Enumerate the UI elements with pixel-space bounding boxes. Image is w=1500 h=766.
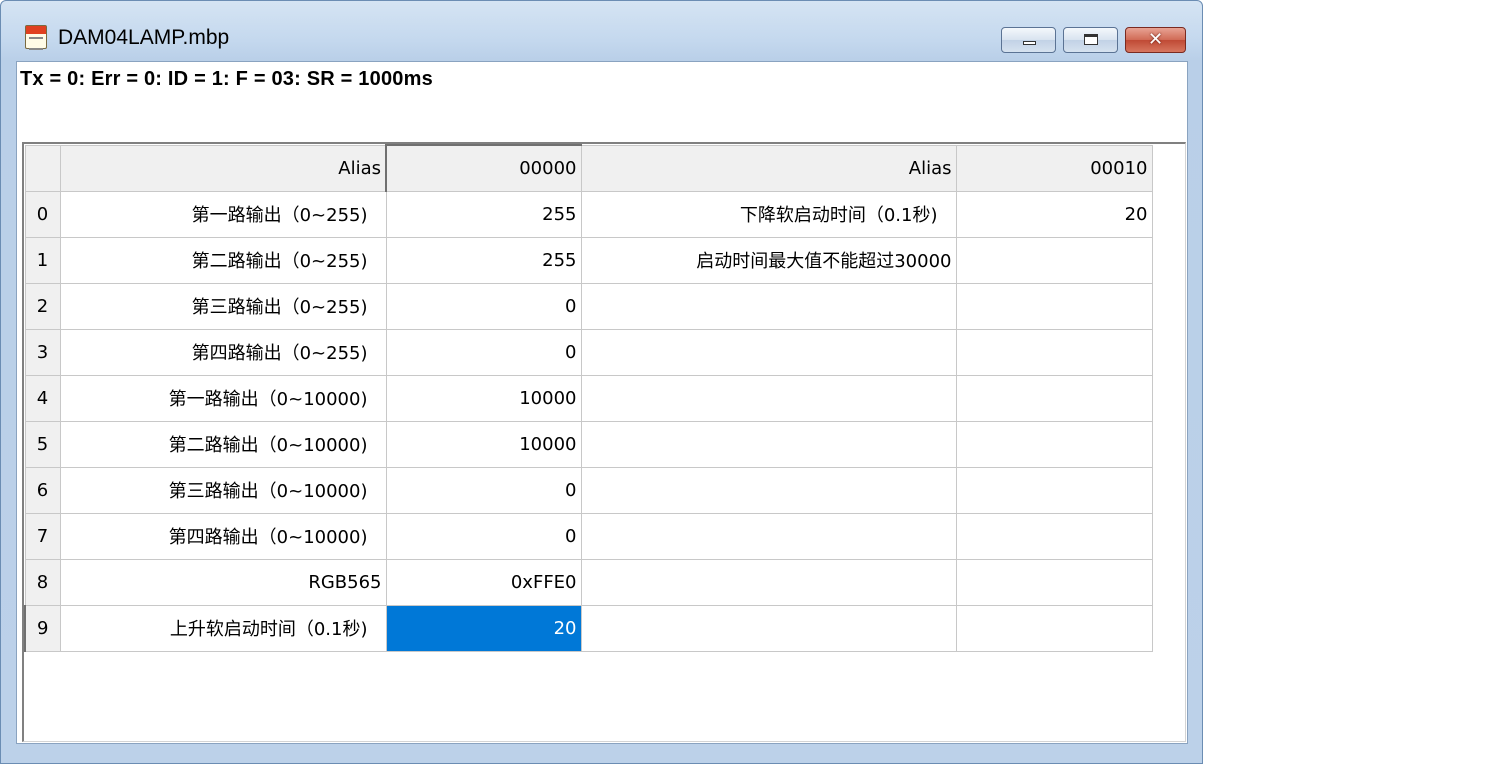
value-cell[interactable] [955, 236, 1153, 284]
alias-cell[interactable] [580, 558, 957, 606]
table-row: 2 第三路输出（0~255) 0 [24, 282, 1153, 330]
maximize-button[interactable] [1063, 27, 1118, 53]
value-cell[interactable] [955, 420, 1153, 468]
row-header[interactable]: 4 [24, 374, 61, 422]
alias-cell[interactable] [580, 328, 957, 376]
minimize-button[interactable] [1001, 27, 1056, 53]
table-row: 4 第一路输出（0~10000) 10000 [24, 374, 1153, 422]
close-button[interactable]: ✕ [1125, 27, 1186, 53]
table-row: 9 上升软启动时间（0.1秒) 20 [24, 604, 1153, 652]
minimize-icon [1023, 41, 1036, 45]
value-cell[interactable]: 10000 [385, 374, 582, 422]
client-area: Tx = 0: Err = 0: ID = 1: F = 03: SR = 10… [16, 61, 1188, 744]
alias-cell[interactable]: 下降软启动时间（0.1秒) [580, 190, 957, 238]
alias-cell[interactable]: 第一路输出（0~10000) [59, 374, 387, 422]
row-header[interactable]: 2 [24, 282, 61, 330]
window-title: DAM04LAMP.mbp [58, 26, 230, 49]
table-row: 6 第三路输出（0~10000) 0 [24, 466, 1153, 514]
status-line: Tx = 0: Err = 0: ID = 1: F = 03: SR = 10… [20, 68, 433, 90]
value-cell[interactable]: 0 [385, 466, 582, 514]
value-cell[interactable] [955, 558, 1153, 606]
table-row: 1 第二路输出（0~255) 255 启动时间最大值不能超过30000 [24, 236, 1153, 284]
value-cell[interactable] [955, 374, 1153, 422]
row-header[interactable]: 9 [24, 604, 61, 652]
row-header[interactable]: 6 [24, 466, 61, 514]
value-cell[interactable]: 0 [385, 282, 582, 330]
row-header[interactable]: 5 [24, 420, 61, 468]
register-grid-frame: Alias 00000 Alias 00010 0 第一路输出（0~255) 2… [22, 142, 1186, 742]
doc-icon-lines [29, 37, 43, 50]
value-cell[interactable]: 255 [385, 190, 582, 238]
value-cell[interactable]: 10000 [385, 420, 582, 468]
alias-cell[interactable] [580, 420, 957, 468]
alias-cell[interactable] [580, 512, 957, 560]
row-header[interactable]: 1 [24, 236, 61, 284]
column-header-00010[interactable]: 00010 [955, 144, 1153, 192]
value-cell[interactable] [955, 512, 1153, 560]
doc-icon-strip [26, 26, 46, 34]
alias-cell[interactable] [580, 282, 957, 330]
alias-cell[interactable]: RGB565 [59, 558, 387, 606]
table-row: 7 第四路输出（0~10000) 0 [24, 512, 1153, 560]
value-cell[interactable]: 0 [385, 328, 582, 376]
row-header[interactable]: 0 [24, 190, 61, 238]
alias-cell[interactable]: 上升软启动时间（0.1秒) [59, 604, 387, 652]
value-cell[interactable]: 0xFFE0 [385, 558, 582, 606]
row-header[interactable]: 8 [24, 558, 61, 606]
grid-header-row: Alias 00000 Alias 00010 [24, 144, 1153, 192]
table-row: 8 RGB565 0xFFE0 [24, 558, 1153, 606]
alias-cell[interactable]: 启动时间最大值不能超过30000 [580, 236, 957, 284]
alias-cell[interactable] [580, 374, 957, 422]
alias-cell[interactable] [580, 604, 957, 652]
value-cell[interactable] [955, 282, 1153, 330]
selected-value-cell[interactable]: 20 [385, 604, 582, 652]
value-cell[interactable] [955, 328, 1153, 376]
table-row: 0 第一路输出（0~255) 255 下降软启动时间（0.1秒) 20 [24, 190, 1153, 238]
row-header[interactable]: 7 [24, 512, 61, 560]
column-header-alias-1[interactable]: Alias [59, 144, 387, 192]
register-grid: Alias 00000 Alias 00010 0 第一路输出（0~255) 2… [24, 144, 1153, 652]
title-bar[interactable]: DAM04LAMP.mbp ✕ [1, 1, 1202, 61]
row-header[interactable]: 3 [24, 328, 61, 376]
column-header-alias-2[interactable]: Alias [580, 144, 957, 192]
alias-cell[interactable]: 第二路输出（0~10000) [59, 420, 387, 468]
table-row: 3 第四路输出（0~255) 0 [24, 328, 1153, 376]
alias-cell[interactable]: 第四路输出（0~255) [59, 328, 387, 376]
value-cell[interactable]: 20 [955, 190, 1153, 238]
app-window: DAM04LAMP.mbp ✕ Tx = 0: Err = 0: ID = 1:… [0, 0, 1203, 764]
maximize-icon [1084, 34, 1098, 45]
table-row: 5 第二路输出（0~10000) 10000 [24, 420, 1153, 468]
doc-icon[interactable] [25, 25, 47, 50]
value-cell[interactable]: 255 [385, 236, 582, 284]
alias-cell[interactable] [580, 466, 957, 514]
value-cell[interactable] [955, 466, 1153, 514]
alias-cell[interactable]: 第三路输出（0~255) [59, 282, 387, 330]
close-icon: ✕ [1147, 29, 1164, 50]
value-cell[interactable]: 0 [385, 512, 582, 560]
value-cell[interactable] [955, 604, 1153, 652]
column-header-00000[interactable]: 00000 [385, 144, 582, 192]
alias-cell[interactable]: 第一路输出（0~255) [59, 190, 387, 238]
alias-cell[interactable]: 第四路输出（0~10000) [59, 512, 387, 560]
grid-corner[interactable] [24, 144, 61, 192]
alias-cell[interactable]: 第二路输出（0~255) [59, 236, 387, 284]
alias-cell[interactable]: 第三路输出（0~10000) [59, 466, 387, 514]
